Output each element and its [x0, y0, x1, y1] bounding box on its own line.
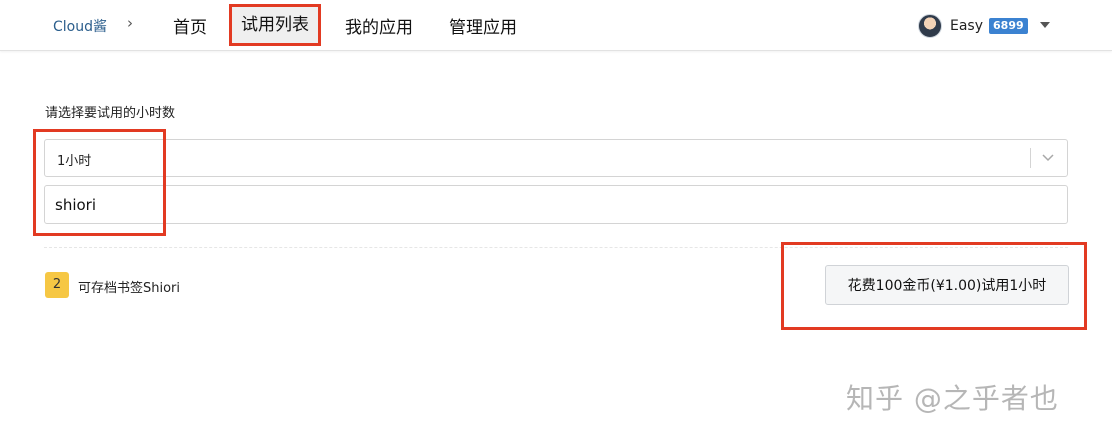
item-title: 可存档书签Shiori: [78, 281, 181, 296]
brand-link[interactable]: Cloud酱: [53, 16, 107, 36]
annotation-box-form: [33, 129, 166, 236]
coin-balance-badge: 6899: [989, 18, 1028, 34]
hours-select[interactable]: 1小时: [44, 139, 1068, 177]
caret-down-icon[interactable]: [1040, 22, 1050, 28]
annotation-box-button: [781, 242, 1087, 330]
user-menu[interactable]: Easy 6899: [918, 14, 1028, 38]
item-number-badge: 2: [45, 272, 69, 298]
nav-item-home[interactable]: 首页: [173, 13, 207, 38]
nav-item-manage-apps[interactable]: 管理应用: [449, 13, 517, 38]
watermark: 知乎 @之乎者也: [846, 382, 1059, 415]
top-navbar: Cloud酱 › 首页 试用列表 我的应用 管理应用 Easy 6899: [0, 0, 1112, 51]
username: Easy: [950, 18, 984, 34]
chevron-down-icon[interactable]: [1041, 150, 1055, 164]
nav-item-trial-list[interactable]: 试用列表: [229, 4, 321, 46]
select-divider: [1030, 148, 1031, 168]
nav-item-my-apps[interactable]: 我的应用: [345, 13, 413, 38]
hours-label: 请选择要试用的小时数: [45, 106, 176, 121]
app-name-input[interactable]: [44, 185, 1068, 224]
chevron-right-icon: ›: [127, 14, 133, 32]
avatar[interactable]: [918, 14, 942, 38]
